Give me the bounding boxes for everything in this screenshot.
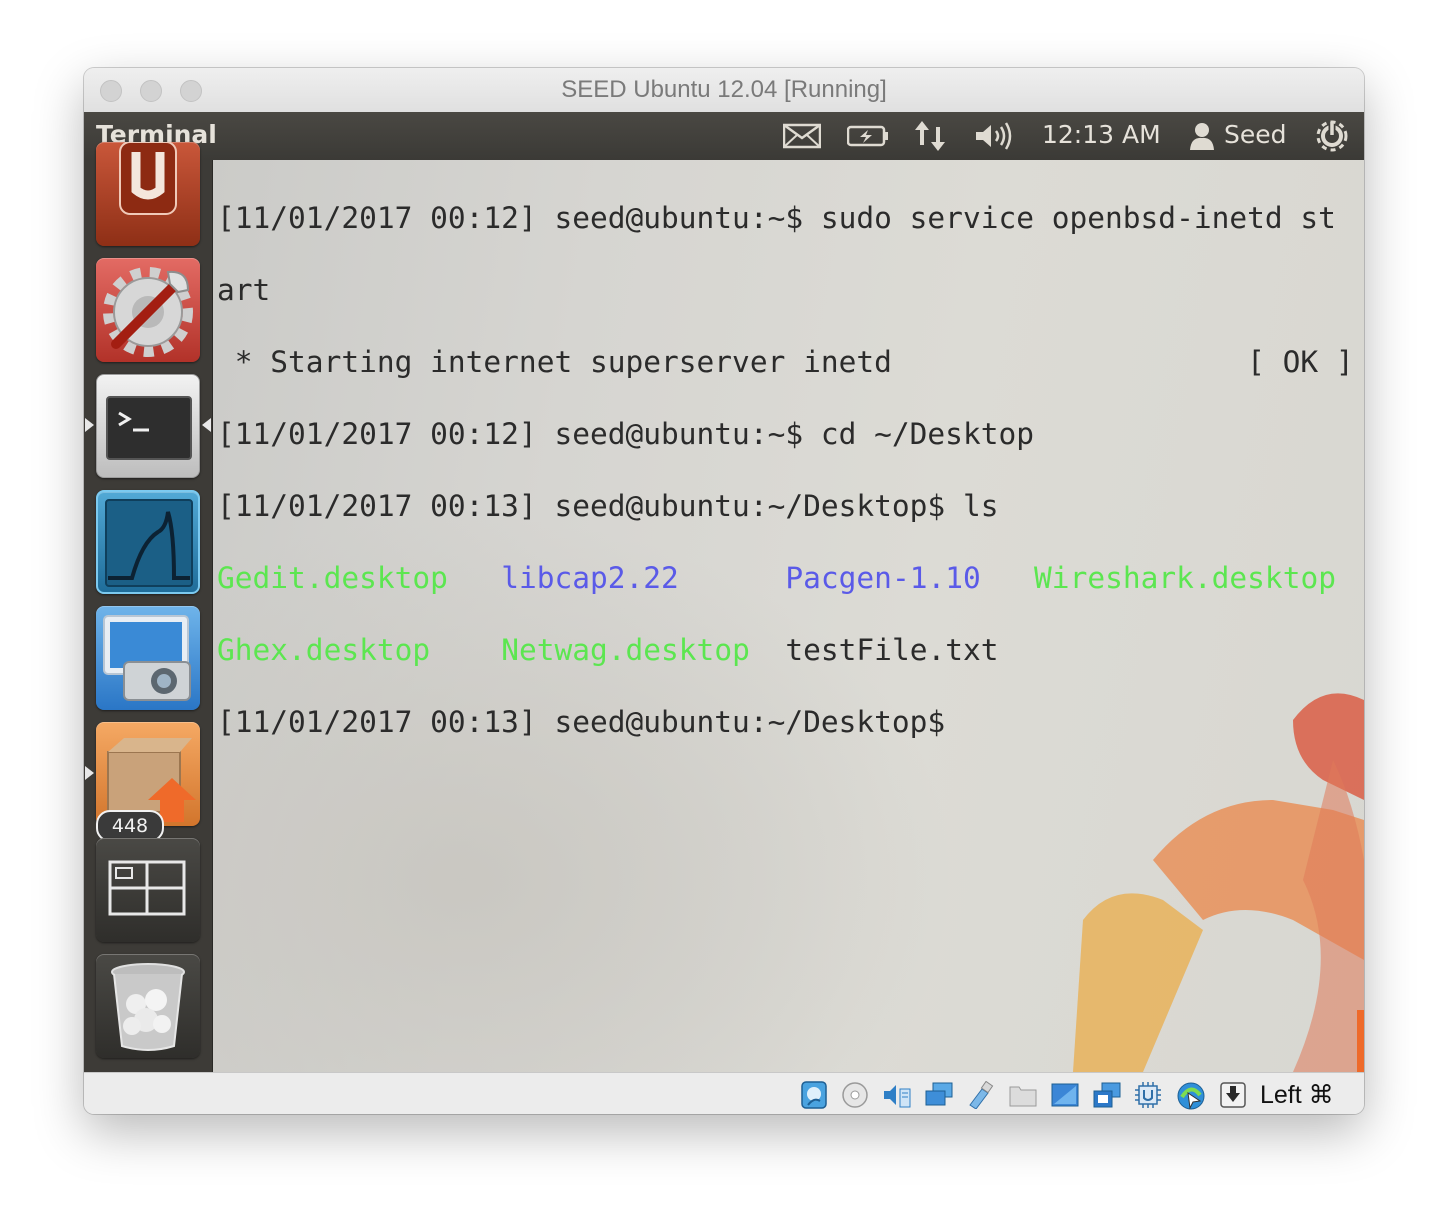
- keyboard-capture-icon[interactable]: [1219, 1081, 1247, 1109]
- file-entry: Gedit.desktop: [217, 561, 448, 595]
- terminal-prompt: [11/01/2017 00:13] seed@ubuntu:~/Desktop…: [217, 705, 946, 739]
- usb-icon[interactable]: [966, 1080, 994, 1110]
- clock[interactable]: 12:13 AM: [1042, 120, 1161, 149]
- launcher-item-workspace-switcher[interactable]: [96, 838, 200, 942]
- launcher-item-wireshark[interactable]: [96, 490, 200, 594]
- cpu-icon[interactable]: [1134, 1081, 1162, 1109]
- file-entry: Ghex.desktop: [217, 633, 431, 667]
- terminal-line: art: [217, 273, 271, 307]
- host-key-label[interactable]: Left ⌘: [1260, 1080, 1334, 1110]
- ls-output-row: Ghex.desktop Netwag.desktop testFile.txt: [217, 632, 1354, 668]
- launcher-item-ubuntu-one[interactable]: [96, 142, 200, 246]
- screenshot-icon: [103, 615, 191, 701]
- ls-output-row: Gedit.desktop libcap2.22 Pacgen-1.10 Wir…: [217, 560, 1354, 596]
- display-icon[interactable]: [1050, 1081, 1079, 1109]
- audio-icon[interactable]: [882, 1081, 911, 1109]
- video-capture-icon[interactable]: [1092, 1081, 1121, 1109]
- directory-entry: Pacgen-1.10: [785, 561, 981, 595]
- virtualbox-window: SEED Ubuntu 12.04 [Running] Terminal 12:…: [84, 68, 1364, 1114]
- trash-icon: [111, 963, 185, 1051]
- mail-icon[interactable]: [782, 118, 822, 154]
- workspace-switcher-icon: [108, 860, 186, 916]
- window-title: SEED Ubuntu 12.04 [Running]: [561, 76, 887, 103]
- launcher-item-trash[interactable]: [96, 954, 200, 1058]
- file-entry: Netwag.desktop: [501, 633, 750, 667]
- optical-drive-icon[interactable]: [841, 1081, 869, 1109]
- terminal-icon: [106, 396, 192, 460]
- vm-status-bar: Left ⌘: [84, 1072, 1364, 1114]
- launcher: 448: [84, 142, 213, 1072]
- battery-icon[interactable]: [846, 118, 890, 154]
- terminal-line: [11/01/2017 00:12] seed@ubuntu:~$ cd ~/D…: [217, 417, 1034, 451]
- shared-folders-icon[interactable]: [1008, 1081, 1037, 1109]
- user-icon[interactable]: [1188, 118, 1216, 154]
- network-icon[interactable]: [912, 118, 948, 154]
- file-entry: Wireshark.desktop: [1034, 561, 1336, 595]
- terminal-line: * Starting internet superserver inetd [ …: [217, 345, 1354, 379]
- wireshark-icon: [105, 499, 193, 587]
- ubuntu-one-icon: [119, 142, 177, 215]
- volume-icon[interactable]: [972, 118, 1016, 154]
- power-icon[interactable]: [1314, 118, 1350, 154]
- terminal-area[interactable]: [11/01/2017 00:12] seed@ubuntu:~$ sudo s…: [213, 160, 1364, 1072]
- terminal-line: [11/01/2017 00:12] seed@ubuntu:~$ sudo s…: [217, 201, 1336, 235]
- user-name[interactable]: Seed: [1224, 120, 1287, 149]
- window-titlebar[interactable]: SEED Ubuntu 12.04 [Running]: [84, 68, 1364, 113]
- network-adapter-icon[interactable]: [924, 1081, 953, 1109]
- hard-disk-icon[interactable]: [800, 1081, 828, 1109]
- directory-entry: libcap2.22: [501, 561, 679, 595]
- running-indicator: [85, 418, 94, 432]
- file-entry: testFile.txt: [785, 633, 999, 667]
- system-settings-icon: [103, 267, 193, 357]
- running-indicator: [85, 766, 94, 780]
- launcher-item-system-settings[interactable]: [96, 258, 200, 362]
- top-panel: Terminal 12:13 AM Seed: [84, 112, 1364, 160]
- terminal-line: [11/01/2017 00:13] seed@ubuntu:~/Desktop…: [217, 489, 999, 523]
- launcher-item-screenshot[interactable]: [96, 606, 200, 710]
- launcher-item-terminal[interactable]: [96, 374, 200, 478]
- mouse-integration-icon[interactable]: [1176, 1081, 1205, 1110]
- terminal-output[interactable]: [11/01/2017 00:12] seed@ubuntu:~$ sudo s…: [217, 164, 1354, 812]
- active-indicator: [202, 418, 211, 432]
